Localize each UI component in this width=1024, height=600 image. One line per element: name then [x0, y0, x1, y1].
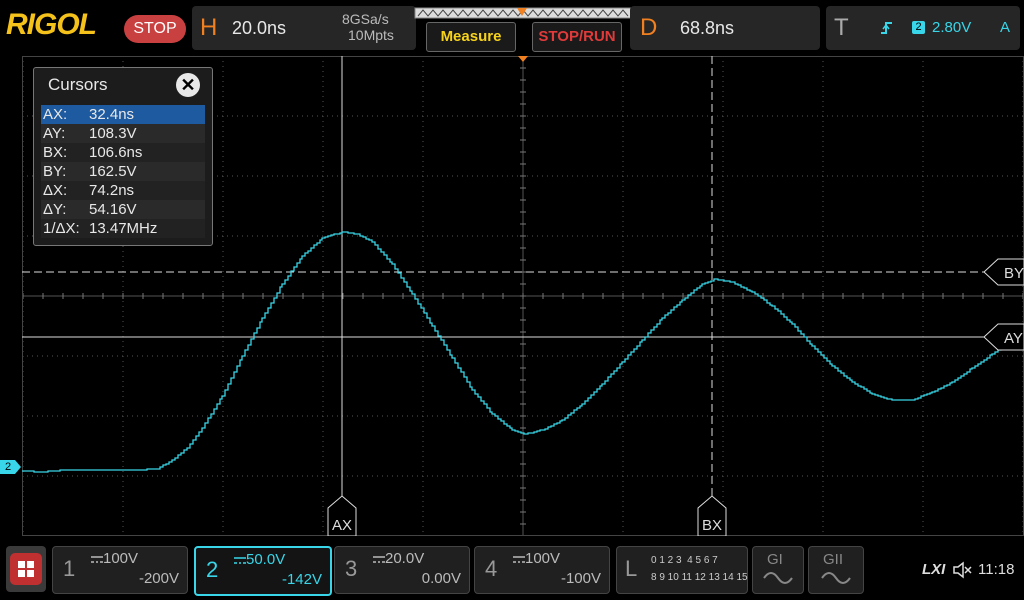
channel-offset: -142V — [281, 571, 322, 588]
run-state-button[interactable]: STOP — [124, 15, 186, 43]
cursor-readout-value: 74.2ns — [89, 182, 135, 199]
cursor-readout-key: ΔX: — [43, 182, 68, 199]
channel-number: 3 — [345, 556, 358, 581]
close-icon[interactable]: ✕ — [176, 73, 200, 97]
dc-coupling-icon — [373, 556, 385, 563]
cursor-readout-row[interactable]: AX: 32.4ns — [41, 105, 205, 124]
ax-label: AX — [332, 517, 352, 534]
rising-edge-icon — [881, 22, 892, 34]
cursor-readout-row: ΔY: 54.16V — [41, 200, 205, 219]
channel-number: 1 — [63, 556, 76, 581]
channel-2-box[interactable]: 2 50.0V -142V — [194, 546, 332, 596]
dc-coupling-icon — [513, 556, 525, 563]
speaker-muted-icon[interactable] — [952, 561, 972, 579]
by-cursor-flag: BY — [983, 258, 1024, 286]
cursors-panel[interactable]: Cursors ✕ AX: 32.4ns AY: 108.3V BX: 106.6ns BY… — [33, 67, 213, 246]
menu-button[interactable] — [6, 546, 46, 592]
cursor-readout-value: 106.6ns — [89, 144, 143, 161]
ax-cursor-flag: AX — [327, 495, 357, 536]
cursor-readout-row: BY: 162.5V — [41, 162, 205, 181]
generator-2-label: GII — [823, 551, 844, 568]
clock-time: 11:18 — [978, 561, 1015, 578]
memory-position-strip[interactable] — [414, 6, 632, 20]
trigger-source-badge: 2 — [912, 21, 925, 34]
delay-panel[interactable]: D 68.8ns — [630, 6, 820, 50]
measure-button[interactable]: Measure — [426, 22, 516, 52]
logic-channels-row-2: 8 9 10 11 12 13 14 15 — [651, 572, 748, 583]
delay-letter: D — [640, 14, 658, 41]
logic-channels-row-1: 0 1 2 3 4 5 6 7 — [651, 555, 718, 566]
channel-number: 4 — [485, 556, 498, 581]
cursor-readout-row: 1/ΔX: 13.47MHz — [41, 219, 205, 238]
channel-number: 2 — [206, 557, 219, 582]
channel-scale: 50.0V — [246, 551, 286, 568]
cursor-readout-key: AX: — [43, 106, 68, 123]
trigger-letter: T — [834, 14, 849, 41]
dc-coupling-icon — [91, 556, 103, 563]
cursor-readout-row: BX: 106.6ns — [41, 143, 205, 162]
cursor-readout-key: 1/ΔX: — [43, 220, 80, 237]
timebase-value: 20.0ns — [232, 18, 287, 38]
grid-menu-icon — [10, 553, 42, 585]
cursor-readout-row: ΔX: 74.2ns — [41, 181, 205, 200]
generator-1-button[interactable]: GI — [752, 546, 804, 594]
cursor-readout-value: 13.47MHz — [89, 220, 158, 237]
channel-4-box[interactable]: 4 100V -100V — [474, 546, 610, 594]
logic-letter: L — [625, 556, 638, 581]
top-bar: RIGOL STOP H 20.0ns 8GSa/s 10Mpts Measur… — [0, 0, 1024, 56]
sine-wave-icon — [763, 572, 793, 584]
logic-analyzer-box[interactable]: L 0 1 2 3 4 5 6 7 8 9 10 11 12 13 14 15 — [616, 546, 748, 594]
ay-label: AY — [1004, 330, 1023, 347]
horizontal-panel[interactable]: H 20.0ns 8GSa/s 10Mpts — [192, 6, 416, 50]
horizontal-letter: H — [200, 14, 218, 41]
cursors-panel-title: Cursors — [48, 75, 108, 94]
channel-offset: -100V — [560, 570, 601, 587]
bx-label: BX — [702, 517, 722, 534]
cursor-readout-key: BX: — [43, 144, 68, 161]
memory-depth: 10Mpts — [348, 27, 394, 43]
trigger-time-marker — [518, 56, 528, 62]
cursor-readout-key: AY: — [43, 125, 66, 142]
channel-offset: 0.00V — [421, 570, 461, 587]
bx-cursor-flag: BX — [697, 495, 727, 536]
trigger-level: 2.80V — [932, 19, 972, 36]
channel-3-box[interactable]: 3 20.0V 0.00V — [334, 546, 470, 594]
cursor-readout-value: 108.3V — [89, 125, 137, 142]
delay-value: 68.8ns — [680, 18, 735, 38]
stop-run-button[interactable]: STOP/RUN — [532, 22, 622, 52]
trigger-panel[interactable]: T 2 2.80V A — [826, 6, 1020, 50]
cursor-readout-key: ΔY: — [43, 201, 67, 218]
generator-2-button[interactable]: GII — [808, 546, 864, 594]
cursor-readout-key: BY: — [43, 163, 67, 180]
sine-wave-icon — [821, 572, 851, 584]
cursor-readout-value: 54.16V — [89, 201, 137, 218]
generator-1-label: GI — [767, 551, 783, 568]
channel-scale: 20.0V — [385, 550, 425, 567]
channel-2-marker[interactable]: 2 — [0, 460, 22, 474]
channel-scale: 100V — [103, 550, 139, 567]
trigger-mode: A — [1000, 19, 1011, 36]
sample-rate: 8GSa/s — [342, 11, 389, 27]
cursor-readout-value: 162.5V — [89, 163, 137, 180]
rigol-logo: RIGOL — [6, 8, 97, 41]
channel-offset: -200V — [138, 570, 179, 587]
ay-cursor-flag: AY — [983, 323, 1024, 351]
by-label: BY — [1004, 265, 1024, 282]
lxi-logo: LXI — [922, 561, 946, 578]
channel-2-trace — [22, 231, 1007, 473]
dc-coupling-icon — [234, 557, 246, 564]
channel-1-box[interactable]: 1 100V -200V — [52, 546, 188, 594]
cursor-readout-row: AY: 108.3V — [41, 124, 205, 143]
channel-scale: 100V — [525, 550, 561, 567]
cursor-readout-value: 32.4ns — [89, 106, 135, 123]
